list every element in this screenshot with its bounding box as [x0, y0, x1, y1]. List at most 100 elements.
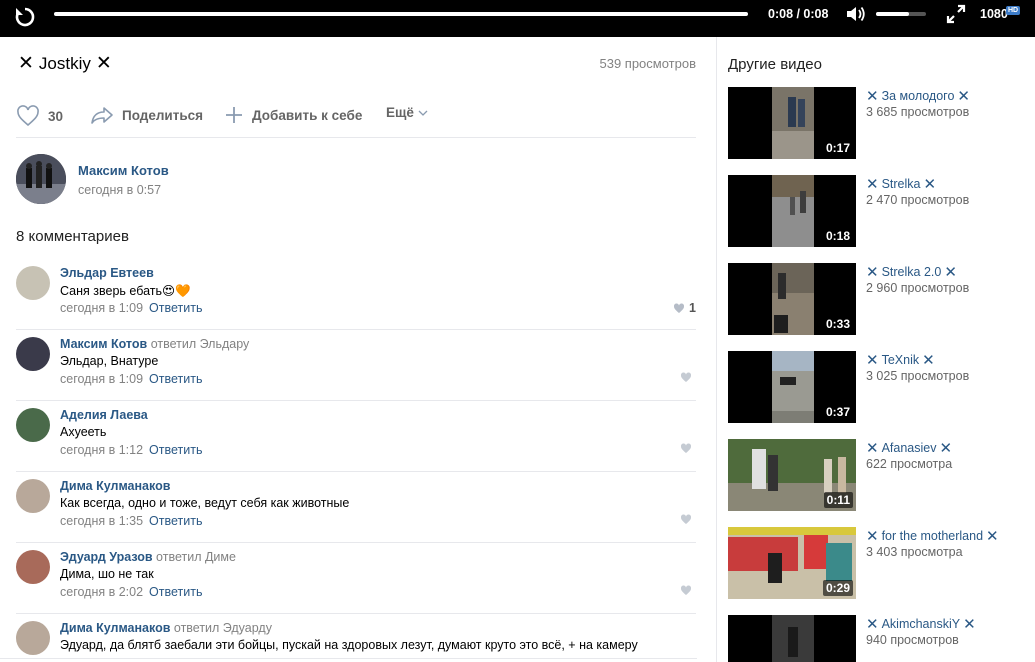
cross-icon: ✕ — [866, 88, 879, 105]
commenter-avatar[interactable] — [16, 550, 50, 584]
video-duration: 0:33 — [822, 316, 853, 332]
related-video-item[interactable]: 0:37 ✕ TeXnik ✕ 3 025 просмотров — [728, 351, 1028, 423]
commenter-avatar[interactable] — [16, 266, 50, 300]
related-video-title-text: Strelka 2.0 — [881, 265, 942, 279]
reply-link[interactable]: Ответить — [149, 372, 202, 386]
more-menu-button[interactable]: Ещё — [386, 105, 428, 120]
related-video-views: 940 просмотров — [866, 633, 959, 647]
author-name[interactable]: Максим Котов — [78, 163, 169, 178]
related-video-title-text: for the motherland — [881, 529, 984, 543]
related-video-title[interactable]: ✕ За молодого ✕ — [866, 87, 970, 105]
comment-like-button[interactable] — [680, 585, 696, 596]
cross-icon: ✕ — [866, 264, 879, 281]
comment-item: Аделия Лаева Ахуееть сегодня в 1:12 Ответ… — [16, 401, 696, 472]
related-video-item[interactable]: 0:29 ✕ for the motherland ✕ 3 403 просмотр… — [728, 527, 1028, 599]
thumbnail-image — [728, 615, 856, 662]
commenter-avatar[interactable] — [16, 479, 50, 513]
plus-icon — [226, 107, 242, 123]
video-thumbnail[interactable]: 0:17 — [728, 87, 856, 159]
progress-bar[interactable] — [54, 12, 748, 16]
related-video-views: 2 470 просмотров — [866, 193, 970, 207]
cross-icon: ✕ — [866, 528, 879, 545]
commenter-avatar[interactable] — [16, 337, 50, 371]
related-video-title[interactable]: ✕ Strelka 2.0 ✕ — [866, 263, 957, 281]
commenter-name[interactable]: Аделия Лаева — [60, 408, 148, 422]
comments-count: 8 комментариев — [16, 228, 129, 245]
comment-like-button[interactable] — [680, 514, 696, 525]
video-thumbnail[interactable]: 0:29 — [728, 527, 856, 599]
related-video-item[interactable]: ✕ AkimchanskiY ✕ 940 просмотров — [728, 615, 1028, 662]
reply-to: ответил Эдуарду — [173, 621, 272, 635]
video-thumbnail[interactable]: 0:37 — [728, 351, 856, 423]
comment-like-button[interactable]: 1 — [673, 301, 696, 315]
cross-icon: ✕ — [986, 528, 999, 545]
video-thumbnail[interactable]: 0:33 — [728, 263, 856, 335]
related-video-item[interactable]: 0:33 ✕ Strelka 2.0 ✕ 2 960 просмотров — [728, 263, 1028, 335]
related-video-item[interactable]: 0:18 ✕ Strelka ✕ 2 470 просмотров — [728, 175, 1028, 247]
related-video-views: 622 просмотра — [866, 457, 953, 471]
commenter-avatar[interactable] — [16, 621, 50, 655]
reply-to: ответил Диме — [156, 550, 236, 564]
heart-icon — [680, 443, 692, 453]
commenter-name[interactable]: Эдуард Уразов — [60, 550, 153, 564]
related-video-views: 3 403 просмотра — [866, 545, 963, 559]
replay-icon[interactable] — [13, 5, 37, 29]
comment-date: сегодня в 2:02 — [60, 585, 144, 599]
reply-link[interactable]: Ответить — [149, 514, 202, 528]
author-avatar-image — [16, 154, 66, 204]
related-video-title[interactable]: ✕ Strelka ✕ — [866, 175, 936, 193]
cross-icon: ✕ — [923, 176, 937, 193]
cross-icon: ✕ — [963, 616, 976, 633]
heart-icon — [680, 585, 692, 595]
heart-icon — [17, 105, 39, 127]
quality-button[interactable]: 1080 — [980, 7, 1008, 21]
comment-text: Как всегда, одно и тоже, ведут себя как … — [60, 496, 350, 510]
video-thumbnail[interactable]: 0:11 — [728, 439, 856, 511]
time-display: 0:08 / 0:08 — [768, 7, 829, 21]
cross-icon: ✕ — [18, 53, 34, 74]
add-label: Добавить к себе — [252, 107, 363, 123]
related-video-title[interactable]: ✕ TeXnik ✕ — [866, 351, 935, 369]
commenter-avatar[interactable] — [16, 408, 50, 442]
video-thumbnail[interactable]: 0:18 — [728, 175, 856, 247]
other-videos-panel: Другие видео 0:17 ✕ За молодого ✕ 3 685 пр… — [716, 37, 1035, 662]
share-icon — [91, 107, 113, 124]
reply-link[interactable]: Ответить — [149, 301, 202, 315]
commenter-name[interactable]: Эльдар Евтеев — [60, 266, 154, 280]
related-video-title[interactable]: ✕ AkimchanskiY ✕ — [866, 615, 976, 633]
share-button[interactable]: Поделиться — [90, 105, 203, 125]
commenter-name[interactable]: Дима Кулманаков — [60, 621, 170, 635]
share-label: Поделиться — [122, 107, 204, 123]
related-video-title[interactable]: ✕ Afanasiev ✕ — [866, 439, 952, 457]
comment-like-button[interactable] — [680, 443, 696, 454]
related-video-title-text: TeXnik — [881, 353, 920, 367]
video-thumbnail[interactable] — [728, 615, 856, 662]
video-duration: 0:11 — [823, 492, 853, 508]
comment-like-count: 1 — [689, 301, 696, 315]
divider — [0, 658, 697, 659]
commenter-name[interactable]: Дима Кулманаков — [60, 479, 170, 493]
fullscreen-icon[interactable] — [946, 4, 966, 24]
comment-text: Эдуард, да блятб заебали эти бойцы, пуск… — [60, 638, 638, 652]
related-video-title[interactable]: ✕ for the motherland ✕ — [866, 527, 999, 545]
cross-icon: ✕ — [957, 88, 970, 105]
related-video-views: 3 685 просмотров — [866, 105, 970, 119]
comment-text: Ахуееть — [60, 425, 107, 439]
volume-slider[interactable] — [876, 12, 926, 16]
comment-text: Саня зверь ебать😍🧡 — [60, 284, 191, 298]
author-date: сегодня в 0:57 — [78, 183, 162, 197]
comment-like-button[interactable] — [680, 372, 696, 383]
commenter-name[interactable]: Максим Котов — [60, 337, 147, 351]
related-video-title-text: За молодого — [881, 89, 955, 103]
volume-icon[interactable] — [845, 4, 867, 24]
like-button[interactable]: 30 — [16, 105, 63, 127]
cross-icon: ✕ — [866, 616, 879, 633]
add-to-mine-button[interactable]: Добавить к себе — [224, 105, 362, 125]
related-video-item[interactable]: 0:11 ✕ Afanasiev ✕ 622 просмотра — [728, 439, 1028, 511]
heart-icon — [673, 302, 685, 313]
reply-link[interactable]: Ответить — [149, 585, 202, 599]
cross-icon: ✕ — [866, 176, 879, 193]
related-video-item[interactable]: 0:17 ✕ За молодого ✕ 3 685 просмотров — [728, 87, 1028, 159]
author-avatar[interactable] — [16, 154, 66, 204]
reply-link[interactable]: Ответить — [149, 443, 202, 457]
